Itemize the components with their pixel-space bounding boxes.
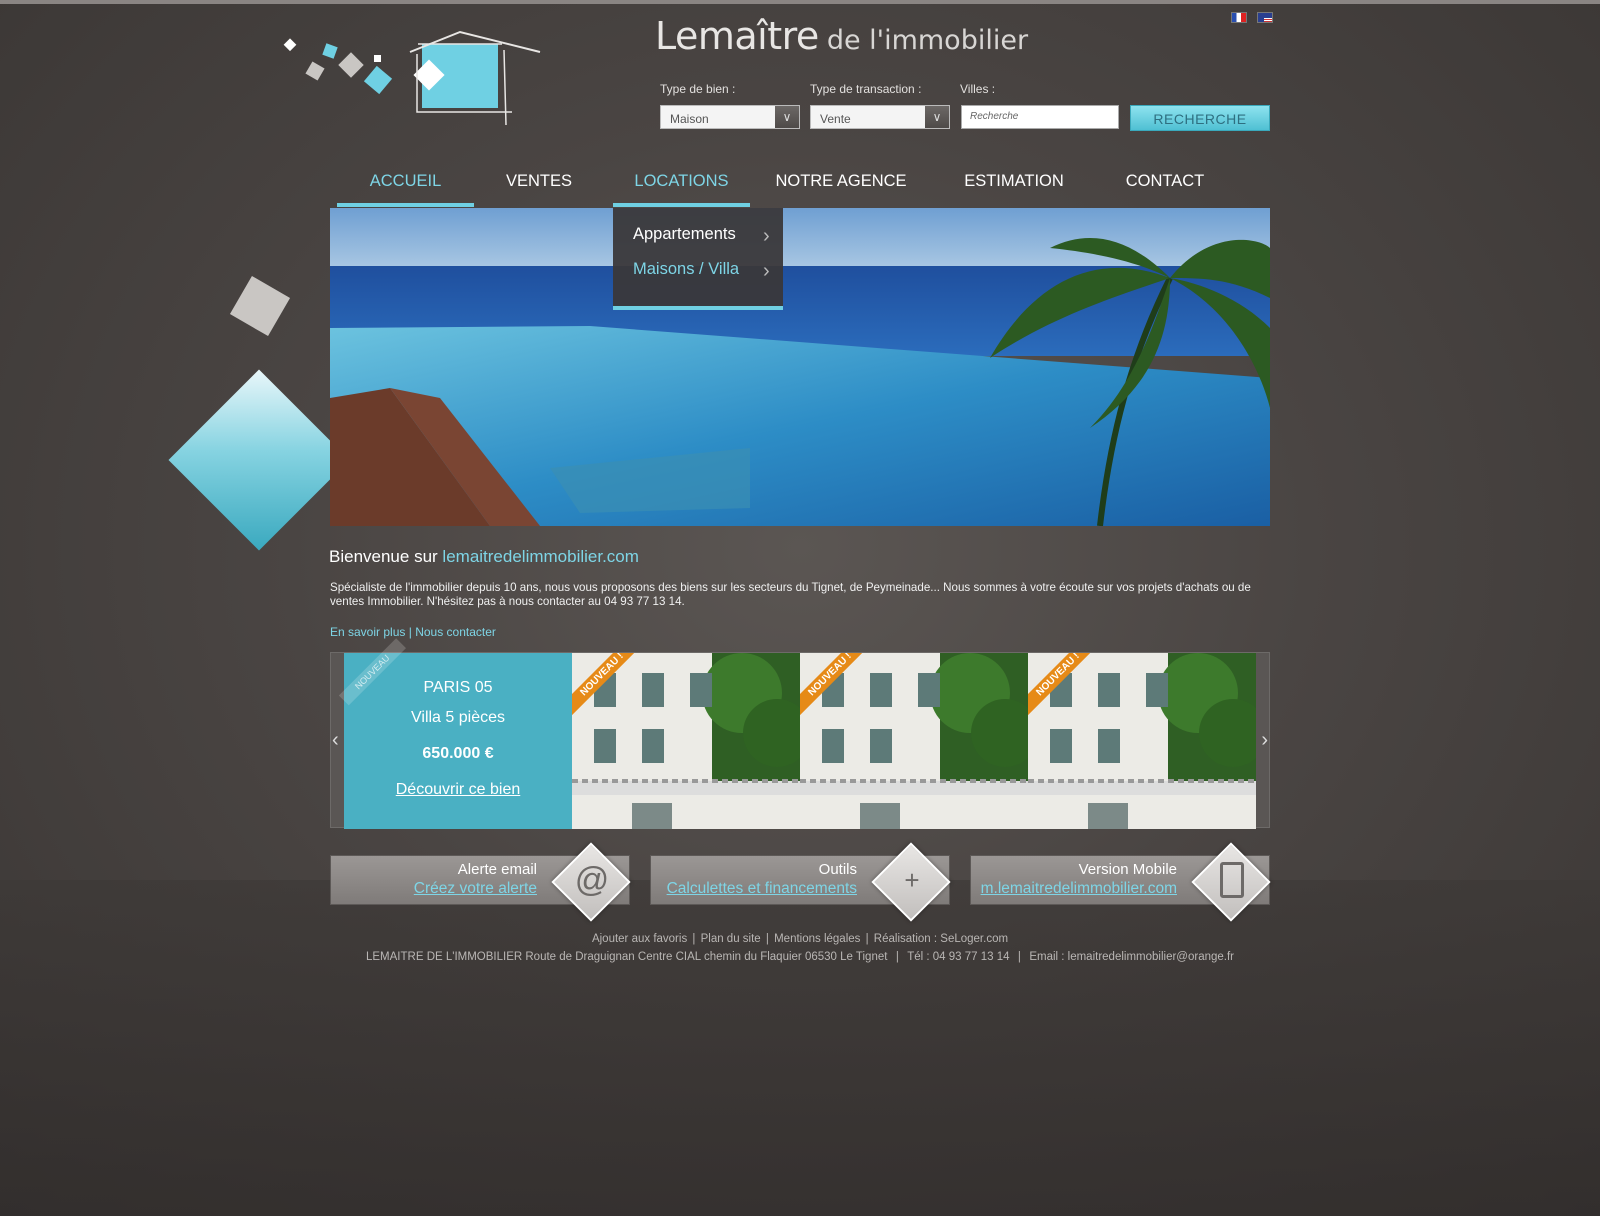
mobile-version-box[interactable]: Version Mobile m.lemaitredelimmobilier.c… xyxy=(970,842,1271,922)
chevron-down-icon[interactable]: ∨ xyxy=(775,106,799,128)
welcome-site: lemaitredelimmobilier.com xyxy=(442,547,639,566)
deco-diamond-gray-small xyxy=(229,275,291,337)
welcome-description: Spécialiste de l'immobilier depuis 10 an… xyxy=(330,581,1251,608)
background-floor xyxy=(0,880,1600,1216)
footer-link-plan[interactable]: Plan du site xyxy=(701,933,761,945)
link-en-savoir-plus[interactable]: En savoir plus xyxy=(330,625,405,639)
welcome-heading: Bienvenue sur lemaitredelimmobilier.com xyxy=(329,547,639,567)
brand-subtitle: de l'immobilier xyxy=(826,25,1029,56)
footer-email[interactable]: Email : lemaitredelimmobilier@orange.fr xyxy=(1029,951,1234,963)
brand-name: Lemaître xyxy=(655,14,819,58)
city-search-input[interactable]: Recherche xyxy=(961,105,1119,129)
search-type-label: Type de bien : xyxy=(660,82,736,96)
footer-phone: Tél : 04 93 77 13 14 xyxy=(907,951,1010,963)
chevron-left-icon[interactable]: ‹ xyxy=(332,729,339,752)
link-separator: | xyxy=(408,625,412,639)
search-city-label: Villes : xyxy=(960,82,996,96)
chevron-right-icon: › xyxy=(763,225,770,247)
footer-contact: LEMAITRE DE L'IMMOBILIER Route de Dragui… xyxy=(365,951,1234,963)
welcome-links: En savoir plus | Nous contacter xyxy=(330,625,496,639)
dropdown-item-label: Maisons / Villa xyxy=(633,260,740,278)
property-city: PARIS 05 xyxy=(423,679,493,696)
welcome-prefix: Bienvenue sur xyxy=(329,547,438,566)
property-thumbnail[interactable]: NOUVEAU ! xyxy=(1028,653,1256,829)
discover-property-link[interactable]: Découvrir ce bien xyxy=(344,781,572,799)
property-thumbnail[interactable]: NOUVEAU ! xyxy=(800,653,1028,829)
nav-locations[interactable]: LOCATIONS xyxy=(613,165,750,207)
box-title: Version Mobile xyxy=(1078,861,1177,878)
tools-box[interactable]: Outils Calculettes et financements + xyxy=(650,842,951,922)
box-title: Alerte email xyxy=(457,861,537,878)
nav-contact[interactable]: CONTACT xyxy=(1105,165,1225,207)
plus-icon: + xyxy=(904,864,920,895)
property-price: 650.000 € xyxy=(422,745,494,762)
chevron-right-icon: › xyxy=(763,260,770,282)
language-switcher xyxy=(1231,12,1273,23)
chevron-right-icon[interactable]: › xyxy=(1261,729,1268,752)
search-transaction-label: Type de transaction : xyxy=(810,82,922,96)
create-alert-link[interactable]: Créez votre alerte xyxy=(414,880,537,898)
type-select-value: Maison xyxy=(670,112,709,126)
nav-accueil[interactable]: ACCUEIL xyxy=(337,165,474,207)
agency-logo[interactable] xyxy=(282,30,562,140)
footer-address: LEMAITRE DE L'IMMOBILIER Route de Dragui… xyxy=(365,951,888,963)
locations-dropdown: Appartements › Maisons / Villa › xyxy=(613,208,783,310)
property-type: Villa 5 pièces xyxy=(411,709,505,726)
chevron-down-icon[interactable]: ∨ xyxy=(925,106,949,128)
transaction-select[interactable]: Vente ∨ xyxy=(810,105,950,129)
email-alert-box[interactable]: Alerte email Créez votre alerte @ xyxy=(330,842,631,922)
search-button[interactable]: RECHERCHE xyxy=(1130,105,1270,131)
nav-notre-agence[interactable]: NOTRE AGENCE xyxy=(762,165,920,207)
mobile-site-link[interactable]: m.lemaitredelimmobilier.com xyxy=(981,880,1177,898)
english-flag-icon[interactable] xyxy=(1257,12,1273,23)
property-carousel: ‹ NOUVEAU PARIS 05 Villa 5 pièces 650.00… xyxy=(330,638,1270,829)
link-nous-contacter[interactable]: Nous contacter xyxy=(415,625,496,639)
top-border xyxy=(0,0,1600,4)
footer-link-mentions[interactable]: Mentions légales xyxy=(774,933,860,945)
dropdown-item-maisons-villa[interactable]: Maisons / Villa › xyxy=(633,260,770,282)
smartphone-icon xyxy=(1210,858,1254,902)
at-sign-icon: @ xyxy=(574,860,610,899)
nav-ventes[interactable]: VENTES xyxy=(474,165,604,207)
hero-pool-image xyxy=(330,208,1270,526)
nav-estimation[interactable]: ESTIMATION xyxy=(949,165,1079,207)
footer-link-realisation[interactable]: Réalisation : SeLoger.com xyxy=(874,933,1008,945)
featured-property[interactable]: NOUVEAU PARIS 05 Villa 5 pièces 650.000 … xyxy=(338,638,572,829)
type-select[interactable]: Maison ∨ xyxy=(660,105,800,129)
box-title: Outils xyxy=(818,861,857,878)
dropdown-item-label: Appartements xyxy=(633,225,736,243)
dropdown-item-appartements[interactable]: Appartements › xyxy=(633,225,770,247)
property-thumbnail[interactable]: NOUVEAU ! xyxy=(572,653,800,829)
footer-link-favoris[interactable]: Ajouter aux favoris xyxy=(592,933,687,945)
french-flag-icon[interactable] xyxy=(1231,12,1247,23)
brand-title: Lemaître de l'immobilier xyxy=(655,14,1028,58)
footer-links: Ajouter aux favoris | Plan du site | Men… xyxy=(591,933,1009,945)
main-nav: ACCUEIL VENTES LOCATIONS NOTRE AGENCE ES… xyxy=(337,165,1270,207)
transaction-select-value: Vente xyxy=(820,112,851,126)
deco-diamond-blue xyxy=(168,369,350,551)
calculators-link[interactable]: Calculettes et financements xyxy=(667,880,857,898)
